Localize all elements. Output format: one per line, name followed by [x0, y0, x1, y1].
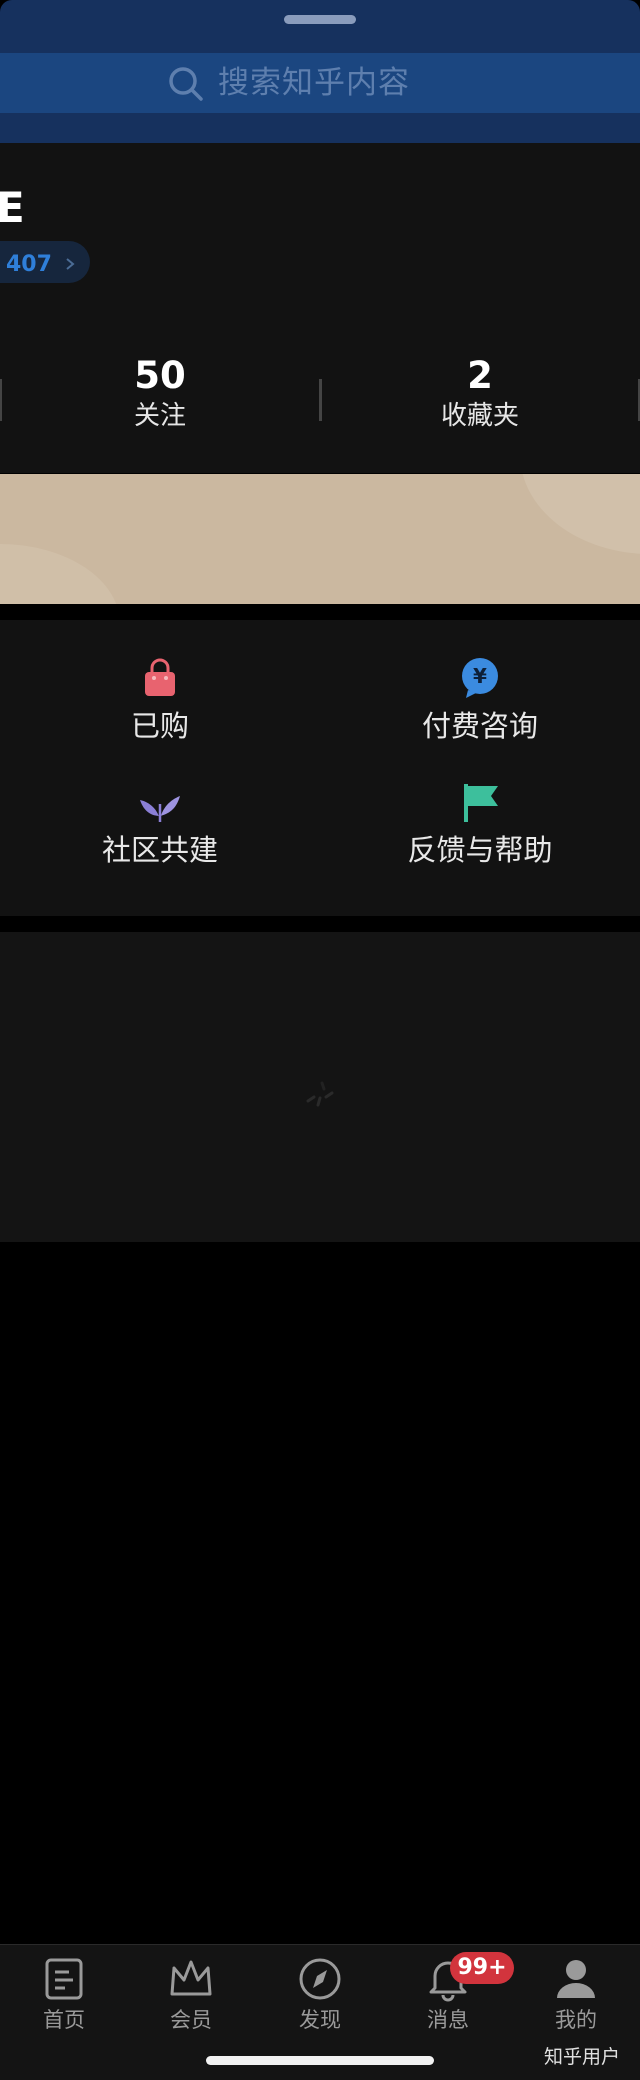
tab-label: 我的	[555, 2008, 597, 2032]
stat-divider	[319, 379, 322, 421]
stat-collections[interactable]: 2 收藏夹	[380, 353, 580, 433]
flag-icon	[464, 784, 498, 822]
stat-value: 50	[134, 354, 186, 397]
tab-label: 首页	[43, 2008, 85, 2032]
search-input[interactable]: 搜索知乎内容	[218, 62, 410, 104]
search-icon	[169, 67, 203, 101]
notification-badge: 99+	[450, 1952, 514, 1984]
watermark: 知乎用户	[544, 2046, 621, 2068]
home-icon	[45, 1958, 83, 2000]
yuan-chat-icon: ¥	[462, 658, 498, 698]
top-header: 搜索知乎内容	[0, 0, 640, 143]
compass-icon	[299, 1958, 341, 2000]
person-icon	[557, 1960, 595, 1998]
crown-icon	[170, 1960, 212, 1996]
banner-decoration	[0, 544, 120, 604]
tab-membership[interactable]: 会员	[141, 1956, 241, 2034]
sprout-icon	[140, 796, 180, 822]
stat-following[interactable]: 50 关注	[60, 353, 260, 433]
service-label: 反馈与帮助	[407, 833, 553, 867]
profile-card: E 407 50 关注 2 收藏夹	[0, 143, 640, 473]
stat-value: 2	[467, 354, 493, 397]
loading-spinner-icon	[306, 1081, 334, 1107]
service-paid-consult[interactable]: ¥ 付费咨询	[370, 656, 590, 744]
tab-home[interactable]: 首页	[14, 1956, 114, 2034]
stat-label: 关注	[133, 401, 186, 431]
drag-handle[interactable]	[284, 15, 356, 24]
stat-divider	[0, 379, 2, 421]
shopping-bag-icon	[145, 658, 175, 696]
profile-name[interactable]: E	[0, 183, 25, 232]
service-purchased[interactable]: 已购	[50, 656, 270, 744]
service-label: 付费咨询	[421, 709, 538, 743]
svg-text:¥: ¥	[473, 664, 487, 688]
service-community[interactable]: 社区共建	[50, 780, 270, 868]
service-label: 社区共建	[101, 833, 218, 867]
badge-count: 407	[6, 252, 52, 277]
stat-label: 收藏夹	[440, 401, 519, 431]
profile-page: 搜索知乎内容 E 407 50 关注 2 收藏夹 已购 ¥ 付费咨询 社区共建 …	[0, 0, 640, 2080]
service-feedback[interactable]: 反馈与帮助	[370, 780, 590, 868]
tab-label: 消息	[427, 2008, 469, 2032]
service-label: 已购	[130, 709, 189, 743]
tab-discover[interactable]: 发现	[270, 1956, 370, 2034]
services-grid: 已购 ¥ 付费咨询 社区共建 反馈与帮助	[0, 620, 640, 916]
home-indicator[interactable]	[206, 2056, 434, 2065]
tab-label: 会员	[170, 2008, 212, 2032]
promo-banner[interactable]	[0, 474, 640, 604]
tab-label: 发现	[299, 2008, 341, 2032]
banner-decoration	[520, 474, 640, 554]
tab-me[interactable]: 我的	[526, 1956, 626, 2034]
chevron-right-icon	[66, 258, 75, 270]
